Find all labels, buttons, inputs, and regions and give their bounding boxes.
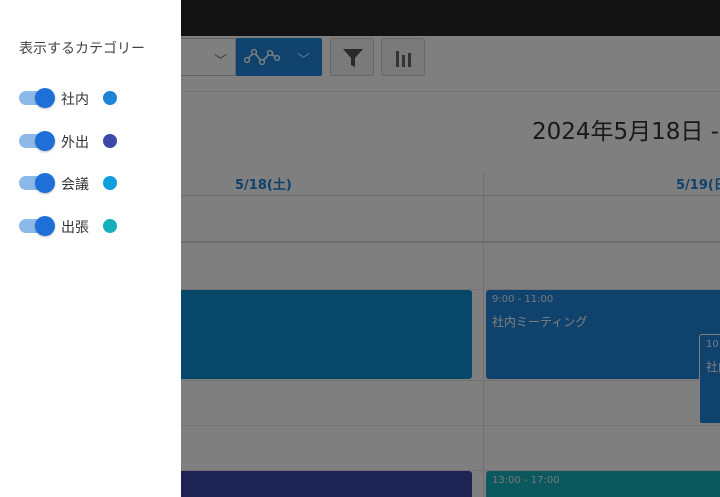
category-row-kaigi[interactable]: 会議	[19, 171, 169, 195]
category-row-gaishutsu[interactable]: 外出	[19, 129, 169, 153]
category-label: 社内	[61, 92, 89, 108]
toggle-knob	[35, 88, 55, 108]
drawer-title: 表示するカテゴリー	[19, 41, 145, 57]
category-label: 外出	[61, 135, 89, 151]
category-label: 出張	[61, 220, 89, 236]
category-toggle[interactable]	[19, 88, 55, 108]
category-row-shucchou[interactable]: 出張	[19, 214, 169, 238]
toggle-knob	[35, 216, 55, 236]
category-toggle[interactable]	[19, 131, 55, 151]
category-toggle[interactable]	[19, 173, 55, 193]
category-row-shanai[interactable]: 社内	[19, 86, 169, 110]
category-drawer: 表示するカテゴリー 社内 外出 会議 出張	[0, 0, 181, 497]
category-toggle[interactable]	[19, 216, 55, 236]
toggle-knob	[35, 173, 55, 193]
category-color-dot	[103, 91, 117, 105]
toggle-knob	[35, 131, 55, 151]
category-color-dot	[103, 134, 117, 148]
category-color-dot	[103, 219, 117, 233]
category-color-dot	[103, 176, 117, 190]
category-label: 会議	[61, 177, 89, 193]
